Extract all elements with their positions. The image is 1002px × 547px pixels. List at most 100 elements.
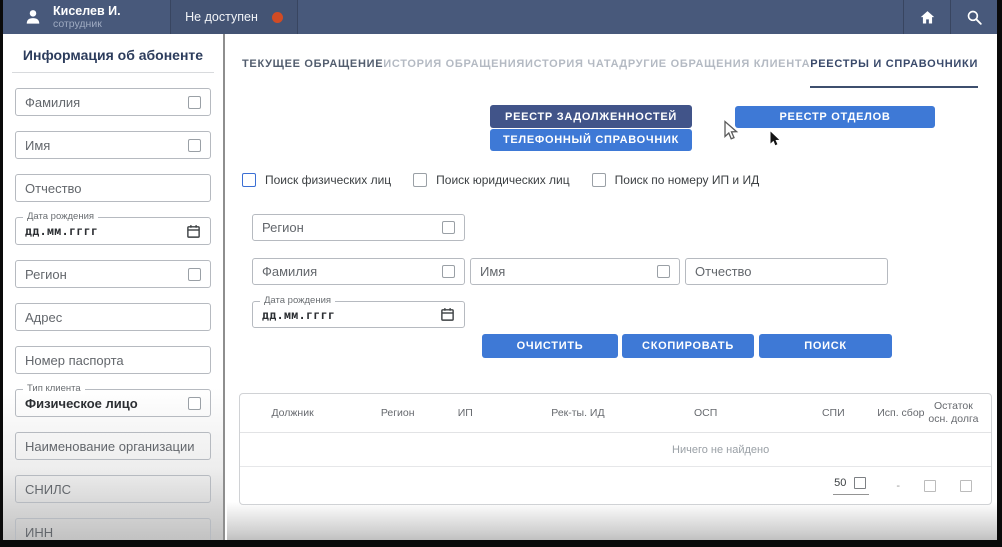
field-notch-label: Дата рождения	[260, 296, 335, 306]
field-inn[interactable]: ИНН	[15, 518, 211, 540]
field-label: Номер паспорта	[25, 353, 201, 368]
departments-registry-button[interactable]: РЕЕСТР ОТДЕЛОВ	[735, 106, 935, 128]
column-debtor: Должник	[271, 407, 313, 419]
option-legal-entities[interactable]: Поиск юридических лиц	[413, 173, 569, 187]
search-middlename-field[interactable]: Отчество	[685, 258, 888, 285]
column-spi: СПИ	[822, 407, 845, 419]
option-individuals[interactable]: Поиск физических лиц	[242, 173, 391, 187]
field-region[interactable]: Регион	[15, 260, 211, 288]
table-empty-row: Ничего не найдено	[240, 433, 991, 467]
tab-chat-history[interactable]: ИСТОРИЯ ЧАТА	[525, 58, 619, 88]
topbar: Киселев И. сотрудник Не доступен	[3, 0, 997, 34]
bottom-fade	[227, 502, 997, 540]
field-firstname[interactable]: Имя	[15, 131, 211, 159]
field-label: ИНН	[25, 525, 201, 540]
sidebar-title: Информация об абоненте	[3, 47, 223, 63]
firstname-checkbox[interactable]	[188, 139, 201, 152]
debts-registry-button[interactable]: РЕЕСТР ЗАДОЛЖЕННОСТЕЙ	[490, 105, 692, 128]
field-label: Регион	[25, 267, 188, 282]
user-icon	[23, 7, 43, 27]
search-submit-button[interactable]: ПОИСК	[759, 334, 892, 358]
field-label: Фамилия	[262, 264, 442, 279]
tab-bar: ТЕКУЩЕЕ ОБРАЩЕНИЕ ИСТОРИЯ ОБРАЩЕНИЯ ИСТО…	[242, 58, 977, 88]
table-header-row: Должник Регион ИП Рек-ты. ИД ОСП СПИ Исп…	[240, 394, 991, 433]
option-label: Поиск по номеру ИП и ИД	[615, 173, 760, 187]
field-middlename[interactable]: Отчество	[15, 174, 211, 202]
search-type-options: Поиск физических лиц Поиск юридических л…	[242, 173, 759, 187]
field-client-type[interactable]: Тип клиента Физическое лицо	[15, 389, 211, 417]
home-button[interactable]	[904, 0, 950, 34]
search-birthdate-field[interactable]: Дата рождения дд.мм.гггг	[252, 301, 465, 328]
pagination-next-button[interactable]	[960, 480, 972, 492]
field-organization[interactable]: Наименование организации	[15, 432, 211, 460]
legal-entities-checkbox[interactable]	[413, 173, 427, 187]
column-ip: ИП	[458, 407, 473, 419]
status-label: Не доступен	[185, 10, 258, 24]
phonebook-button[interactable]: ТЕЛЕФОННЫЙ СПРАВОЧНИК	[490, 129, 692, 151]
subscriber-info-panel: Информация об абоненте Фамилия Имя Отчес…	[3, 34, 225, 540]
client-type-checkbox[interactable]	[188, 397, 201, 410]
pagination-bar: 50 -	[240, 467, 991, 504]
option-by-ip-id-number[interactable]: Поиск по номеру ИП и ИД	[592, 173, 760, 187]
client-type-value: Физическое лицо	[25, 396, 188, 411]
column-region: Регион	[381, 407, 415, 419]
field-label: Наименование организации	[25, 439, 201, 454]
search-icon	[965, 8, 984, 27]
column-requisites-id: Рек-ты. ИД	[551, 407, 604, 419]
copy-button[interactable]: СКОПИРОВАТЬ	[622, 334, 754, 358]
field-label: Имя	[25, 138, 188, 153]
tab-current-appeal[interactable]: ТЕКУЩЕЕ ОБРАЩЕНИЕ	[242, 58, 383, 88]
tab-appeal-history[interactable]: ИСТОРИЯ ОБРАЩЕНИЯ	[383, 58, 525, 88]
home-icon	[918, 8, 937, 27]
field-snils[interactable]: СНИЛС	[15, 475, 211, 503]
field-passport[interactable]: Номер паспорта	[15, 346, 211, 374]
pagination-range: -	[896, 480, 900, 492]
next-page-icon	[960, 480, 972, 492]
column-osp: ОСП	[694, 407, 717, 419]
ip-id-number-checkbox[interactable]	[592, 173, 606, 187]
prev-page-icon	[924, 480, 936, 492]
tab-registries[interactable]: РЕЕСТРЫ И СПРАВОЧНИКИ	[810, 58, 978, 88]
birthdate-value: дд.мм.гггг	[25, 224, 186, 238]
option-label: Поиск физических лиц	[265, 173, 391, 187]
sidebar-divider	[12, 72, 214, 73]
mouse-cursor-black	[769, 131, 782, 147]
individuals-checkbox[interactable]	[242, 173, 256, 187]
field-notch-label: Тип клиента	[23, 384, 85, 394]
calendar-icon[interactable]	[186, 224, 201, 239]
search-region-field[interactable]: Регион	[252, 214, 465, 241]
app-screen: Киселев И. сотрудник Не доступен	[3, 0, 997, 540]
column-exec-fee: Исп. сбор	[877, 407, 924, 419]
field-address[interactable]: Адрес	[15, 303, 211, 331]
field-lastname[interactable]: Фамилия	[15, 88, 211, 116]
option-label: Поиск юридических лиц	[436, 173, 569, 187]
field-label: СНИЛС	[25, 482, 201, 497]
field-label: Фамилия	[25, 95, 188, 110]
clear-button[interactable]: ОЧИСТИТЬ	[482, 334, 618, 358]
results-table: Должник Регион ИП Рек-ты. ИД ОСП СПИ Исп…	[239, 393, 992, 505]
main-content: ТЕКУЩЕЕ ОБРАЩЕНИЕ ИСТОРИЯ ОБРАЩЕНИЯ ИСТО…	[227, 34, 997, 540]
tab-other-client-appeals[interactable]: ДРУГИЕ ОБРАЩЕНИЯ КЛИЕНТА	[619, 58, 810, 88]
search-region-checkbox[interactable]	[442, 221, 455, 234]
pagination-prev-button[interactable]	[924, 480, 936, 492]
field-label: Отчество	[25, 181, 201, 196]
search-button[interactable]	[951, 0, 997, 34]
field-label: Регион	[262, 220, 442, 235]
user-profile[interactable]: Киселев И. сотрудник	[3, 0, 170, 34]
calendar-icon[interactable]	[440, 307, 455, 322]
field-label: Отчество	[695, 264, 878, 279]
app-window: Киселев И. сотрудник Не доступен	[0, 0, 1002, 547]
search-lastname-field[interactable]: Фамилия	[252, 258, 465, 285]
field-birthdate[interactable]: Дата рождения дд.мм.гггг	[15, 217, 211, 245]
search-firstname-checkbox[interactable]	[657, 265, 670, 278]
search-birthdate-value: дд.мм.гггг	[262, 308, 440, 322]
search-lastname-checkbox[interactable]	[442, 265, 455, 278]
lastname-checkbox[interactable]	[188, 96, 201, 109]
user-role: сотрудник	[53, 18, 121, 30]
search-firstname-field[interactable]: Имя	[470, 258, 680, 285]
page-size-select[interactable]: 50	[833, 477, 869, 495]
status-selector[interactable]: Не доступен	[171, 0, 297, 34]
column-principal-balance: Остаток осн. долга	[926, 400, 980, 426]
region-checkbox[interactable]	[188, 268, 201, 281]
empty-state-text: Ничего не найдено	[672, 444, 769, 456]
